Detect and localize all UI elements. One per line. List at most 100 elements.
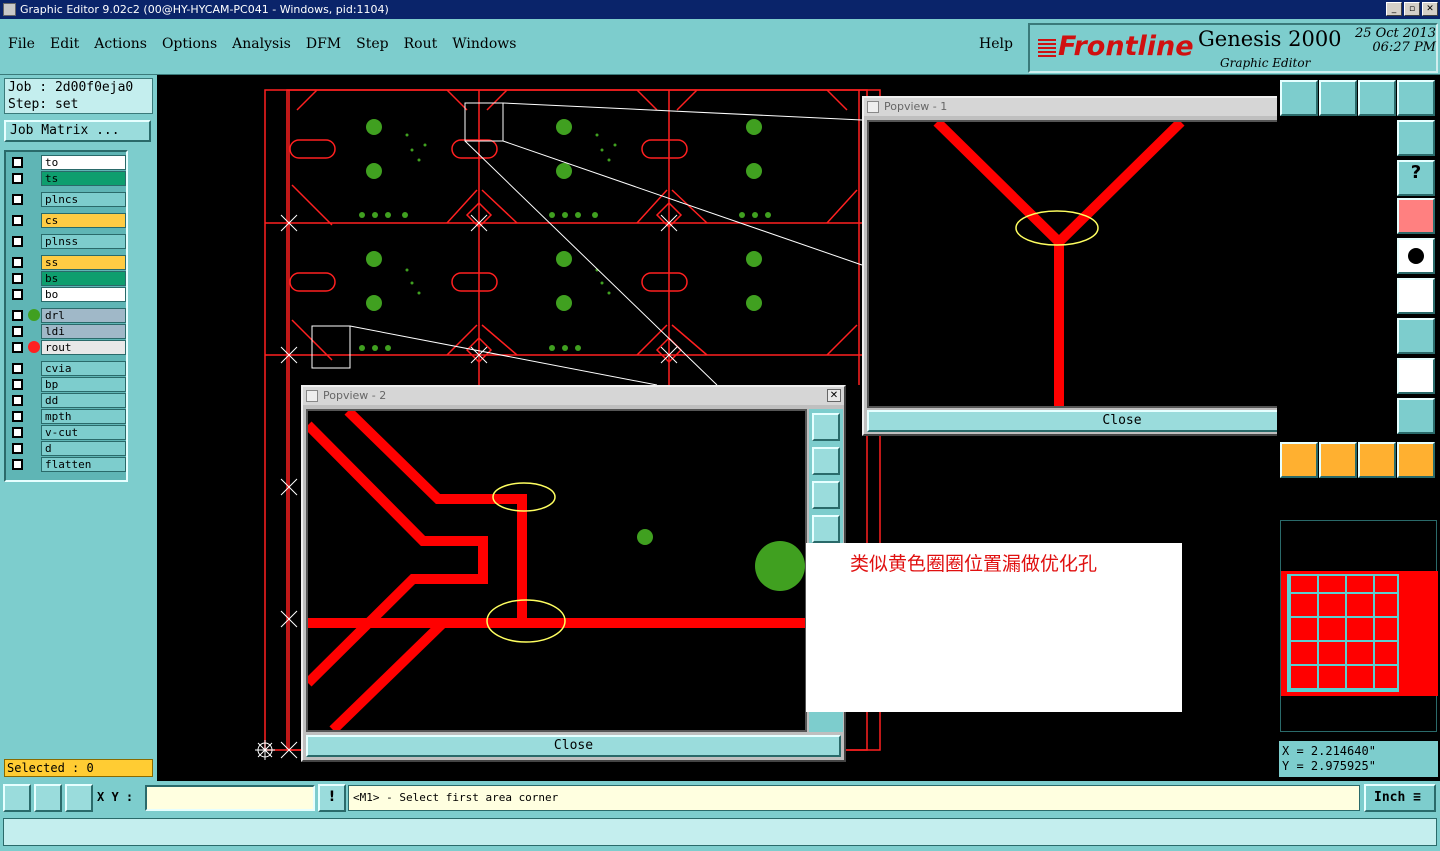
tool-button[interactable] — [1358, 80, 1396, 116]
layer-row-drl[interactable]: drl — [8, 308, 126, 323]
layer-checkbox[interactable] — [12, 427, 23, 438]
measure-tool-button[interactable] — [34, 784, 62, 812]
layer-name[interactable]: ldi — [41, 324, 126, 339]
layer-row-ss[interactable]: ss — [8, 255, 126, 270]
layer-name[interactable]: rout — [41, 340, 126, 355]
zoom-tool-button[interactable] — [3, 784, 31, 812]
grid-tool-button[interactable] — [65, 784, 93, 812]
layer-checkbox[interactable] — [12, 379, 23, 390]
menu-edit[interactable]: Edit — [50, 36, 79, 52]
tool-button[interactable] — [1280, 80, 1318, 116]
maximize-button[interactable]: ▫ — [1404, 2, 1420, 16]
tool-button[interactable] — [1319, 80, 1357, 116]
layer-checkbox[interactable] — [12, 411, 23, 422]
layer-row-ts[interactable]: ts — [8, 171, 126, 186]
pan-down-button[interactable] — [812, 481, 840, 509]
layer-checkbox[interactable] — [12, 289, 23, 300]
layer-name[interactable]: ss — [41, 255, 126, 270]
xy-input[interactable] — [145, 785, 315, 811]
tool-button[interactable] — [1397, 358, 1435, 394]
pad-tool-button[interactable] — [1397, 238, 1435, 274]
layer-checkbox[interactable] — [12, 443, 23, 454]
layer-checkbox[interactable] — [12, 215, 23, 226]
tool-button[interactable] — [1397, 80, 1435, 116]
layer-checkbox[interactable] — [12, 236, 23, 247]
layer-name[interactable]: drl — [41, 308, 126, 323]
layer-row-bp[interactable]: bp — [8, 377, 126, 392]
menu-actions[interactable]: Actions — [94, 36, 147, 52]
help-query-button[interactable]: ? — [1397, 160, 1435, 196]
layer-checkbox[interactable] — [12, 194, 23, 205]
menu-step[interactable]: Step — [356, 36, 388, 52]
layer-row-ldi[interactable]: ldi — [8, 324, 126, 339]
menu-analysis[interactable]: Analysis — [232, 36, 291, 52]
popview-1-view[interactable] — [867, 118, 1341, 408]
pan-up-button[interactable] — [812, 447, 840, 475]
layer-row-mpth[interactable]: mpth — [8, 409, 126, 424]
layer-name[interactable]: to — [41, 155, 126, 170]
tool-button[interactable] — [1397, 398, 1435, 434]
menu-dfm[interactable]: DFM — [306, 36, 341, 52]
layer-row-plnss[interactable]: plnss — [8, 234, 126, 249]
layer-checkbox[interactable] — [12, 459, 23, 470]
layer-row-to[interactable]: to — [8, 155, 126, 170]
layer-name[interactable]: plnss — [41, 234, 126, 249]
units-selector[interactable]: Inch ≡ — [1364, 784, 1436, 812]
layer-row-cs[interactable]: cs — [8, 213, 126, 228]
layer-checkbox[interactable] — [12, 363, 23, 374]
layer-checkbox[interactable] — [12, 326, 23, 337]
layer-row-bs[interactable]: bs — [8, 271, 126, 286]
layer-checkbox[interactable] — [12, 273, 23, 284]
layer-name[interactable]: bp — [41, 377, 126, 392]
layer-name[interactable]: cs — [41, 213, 126, 228]
select-arrow-button[interactable] — [1358, 442, 1396, 478]
zoom-box-1 — [464, 102, 504, 142]
layer-name[interactable]: bs — [41, 271, 126, 286]
layer-name[interactable]: plncs — [41, 192, 126, 207]
menu-options[interactable]: Options — [162, 36, 217, 52]
zoom-fit-button[interactable] — [812, 413, 840, 441]
layer-name[interactable]: dd — [41, 393, 126, 408]
popview-2-close-button[interactable]: Close — [306, 735, 841, 757]
job-matrix-button[interactable]: Job Matrix ... — [4, 120, 151, 142]
layer-name[interactable]: ts — [41, 171, 126, 186]
layer-row-v-cut[interactable]: v-cut — [8, 425, 126, 440]
minimize-button[interactable]: _ — [1386, 2, 1402, 16]
tool-button[interactable] — [1397, 278, 1435, 314]
layer-name[interactable]: cvia — [41, 361, 126, 376]
select-arrow-button[interactable] — [1319, 442, 1357, 478]
layer-name[interactable]: flatten — [41, 457, 126, 472]
layer-name[interactable]: bo — [41, 287, 126, 302]
layer-name[interactable]: mpth — [41, 409, 126, 424]
select-arrow-button[interactable] — [1280, 442, 1318, 478]
layer-row-cvia[interactable]: cvia — [8, 361, 126, 376]
alert-button[interactable]: ! — [318, 784, 346, 812]
layer-row-bo[interactable]: bo — [8, 287, 126, 302]
layer-checkbox[interactable] — [12, 310, 23, 321]
close-window-button[interactable]: ✕ — [1422, 2, 1438, 16]
route-tool-button[interactable] — [1397, 442, 1435, 478]
pan-left-button[interactable] — [812, 515, 840, 543]
tool-button[interactable] — [1397, 198, 1435, 234]
tool-button[interactable] — [1397, 120, 1435, 156]
layer-row-rout[interactable]: rout — [8, 340, 126, 355]
menu-file[interactable]: File — [8, 36, 35, 52]
layer-checkbox[interactable] — [12, 157, 23, 168]
layer-row-plncs[interactable]: plncs — [8, 192, 126, 207]
layer-checkbox[interactable] — [12, 395, 23, 406]
layer-row-d[interactable]: d — [8, 441, 126, 456]
layer-row-dd[interactable]: dd — [8, 393, 126, 408]
layer-name[interactable]: d — [41, 441, 126, 456]
popview-2-view[interactable] — [304, 407, 807, 734]
layer-name[interactable]: v-cut — [41, 425, 126, 440]
layer-row-flatten[interactable]: flatten — [8, 457, 126, 472]
overview-window[interactable] — [1280, 520, 1438, 732]
layer-checkbox[interactable] — [12, 173, 23, 184]
menu-help[interactable]: Help — [979, 36, 1013, 52]
popview-2-close-icon[interactable]: ✕ — [827, 389, 841, 402]
menu-rout[interactable]: Rout — [404, 36, 438, 52]
layer-checkbox[interactable] — [12, 257, 23, 268]
menu-windows[interactable]: Windows — [452, 36, 516, 52]
tool-button[interactable] — [1397, 318, 1435, 354]
layer-checkbox[interactable] — [12, 342, 23, 353]
